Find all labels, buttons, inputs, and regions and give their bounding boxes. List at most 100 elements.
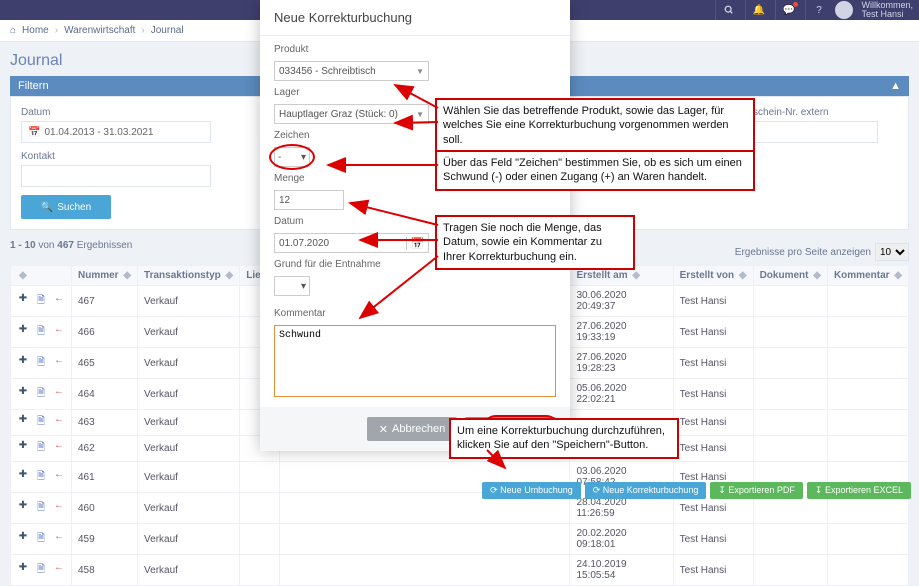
cell-by: Test Hansi [673,317,753,348]
cell-number: 467 [72,286,138,317]
expand-icon[interactable]: ✚ [17,531,29,548]
arrow-left-icon: ← [53,469,65,486]
cancel-button[interactable]: ✕Abbrechen [367,417,457,441]
chevron-down-icon: ▾ [301,281,306,292]
cell-type: Verkauf [138,555,240,586]
arrow-left-icon: ← [53,324,65,341]
lager-select[interactable]: Hauptlager Graz (Stück: 0)▼ [274,104,429,124]
cell-by: Test Hansi [673,555,753,586]
collapse-icon[interactable]: ▲ [890,80,901,92]
document-icon[interactable]: 🗎 [35,531,47,548]
new-korrektur-button[interactable]: ⟳ Neue Korrekturbuchung [585,482,707,499]
document-icon[interactable]: 🗎 [35,355,47,372]
document-icon[interactable]: 🗎 [35,500,47,517]
cell-created: 27.06.2020 19:33:19 [570,317,673,348]
table-row[interactable]: ✚🗎←458Verkauf24.10.2019 15:05:54Test Han… [11,555,909,586]
document-icon[interactable]: 🗎 [35,414,47,431]
cell-number: 461 [72,462,138,493]
cell-number: 460 [72,493,138,524]
expand-icon[interactable]: ✚ [17,386,29,403]
kommentar-textarea[interactable]: Schwund [274,325,556,397]
cell-type: Verkauf [138,524,240,555]
expand-icon[interactable]: ✚ [17,355,29,372]
kommentar-label: Kommentar [274,308,556,319]
cell-by: Test Hansi [673,436,753,462]
avatar[interactable] [835,1,853,19]
document-icon[interactable]: 🗎 [35,469,47,486]
cell-number: 458 [72,555,138,586]
cell-type: Verkauf [138,462,240,493]
breadcrumb-mid[interactable]: Warenwirtschaft [64,25,135,36]
annotation-3: Tragen Sie noch die Menge, das Datum, so… [435,215,635,270]
cell-created: 20.02.2020 09:18:01 [570,524,673,555]
document-icon[interactable]: 🗎 [35,293,47,310]
cell-type: Verkauf [138,493,240,524]
expand-icon[interactable]: ✚ [17,440,29,457]
contact-input[interactable] [21,165,211,187]
table-row[interactable]: ✚ 🗎 ← 459Verkauf 20.02.2020 09:18:01Test Han… [11,524,909,555]
cell-by: Test Hansi [673,410,753,436]
export-pdf-button[interactable]: ↧ Exportieren PDF [710,482,803,499]
cell-number: 459 [72,524,138,555]
cell-number: 462 [72,436,138,462]
calendar-icon[interactable]: 📅 [406,237,428,250]
chevron-down-icon: ▼ [416,110,424,119]
expand-icon[interactable]: ✚ [17,324,29,341]
annotation-4: Um eine Korrekturbuchung durchzuführen, … [449,418,679,459]
document-icon[interactable]: 🗎 [35,324,47,341]
expand-icon[interactable]: ✚ [17,293,29,310]
document-icon[interactable]: 🗎 [35,440,47,457]
modal-title: Neue Korrekturbuchung [260,0,570,36]
per-page-select[interactable]: 10 [875,243,909,261]
close-icon: ✕ [379,423,388,436]
help-icon[interactable]: ? [805,0,831,20]
cell-type: Verkauf [138,348,240,379]
new-umbuchung-button[interactable]: ⟳ Neue Umbuchung [482,482,581,499]
chat-icon[interactable]: 💬 [775,0,801,20]
zeichen-select[interactable]: -▾ [274,147,310,167]
search-icon[interactable] [715,0,741,20]
expand-icon[interactable]: ✚ [17,414,29,431]
cell-by: Test Hansi [673,286,753,317]
contact-label: Kontakt [21,151,211,162]
bottom-actions: ⟳ Neue Umbuchung ⟳ Neue Korrekturbuchung… [482,482,911,499]
welcome-text: Willkommen, Test Hansi [861,1,913,19]
breadcrumb-leaf: Journal [151,25,184,36]
cell-by: Test Hansi [673,348,753,379]
cell-type: Verkauf [138,379,240,410]
bell-icon[interactable]: 🔔 [745,0,771,20]
arrow-left-icon: ← [53,414,65,431]
arrow-left-icon: ← [53,562,65,579]
product-label: Produkt [274,44,556,55]
document-icon[interactable]: 🗎 [35,562,47,579]
cell-by: Test Hansi [673,524,753,555]
expand-icon[interactable]: ✚ [17,562,29,579]
date-range-input[interactable]: 📅 01.04.2013 - 31.03.2021 [21,121,211,143]
cell-created: 27.06.2020 19:28:23 [570,348,673,379]
cell-number: 465 [72,348,138,379]
document-icon[interactable]: 🗎 [35,386,47,403]
arrow-left-icon: ← [53,500,65,517]
annotation-1: Wählen Sie das betreffende Produkt, sowi… [435,98,755,153]
breadcrumb-home[interactable]: Home [22,25,49,36]
cell-number: 464 [72,379,138,410]
search-button[interactable]: 🔍 Suchen [21,195,111,219]
arrow-left-icon: ← [53,440,65,457]
date-label: Datum [21,107,211,118]
search-icon: 🔍 [41,202,53,213]
arrow-left-icon: ← [53,531,65,548]
cell-number: 466 [72,317,138,348]
expand-icon[interactable]: ✚ [17,469,29,486]
chevron-down-icon: ▼ [416,67,424,76]
cell-created: 05.06.2020 22:02:21 [570,379,673,410]
export-excel-button[interactable]: ↧ Exportieren EXCEL [807,482,911,499]
arrow-left-icon: ← [53,293,65,310]
menge-input[interactable]: 12 [274,190,344,210]
home-icon[interactable]: ⌂ [10,25,16,36]
lager-label: Lager [274,87,556,98]
expand-icon[interactable]: ✚ [17,500,29,517]
datum-input[interactable]: 01.07.2020📅 [274,233,429,253]
grund-select[interactable]: ▾ [274,276,310,296]
product-select[interactable]: 033456 - Schreibtisch▼ [274,61,429,81]
cell-created: 30.06.2020 20:49:37 [570,286,673,317]
